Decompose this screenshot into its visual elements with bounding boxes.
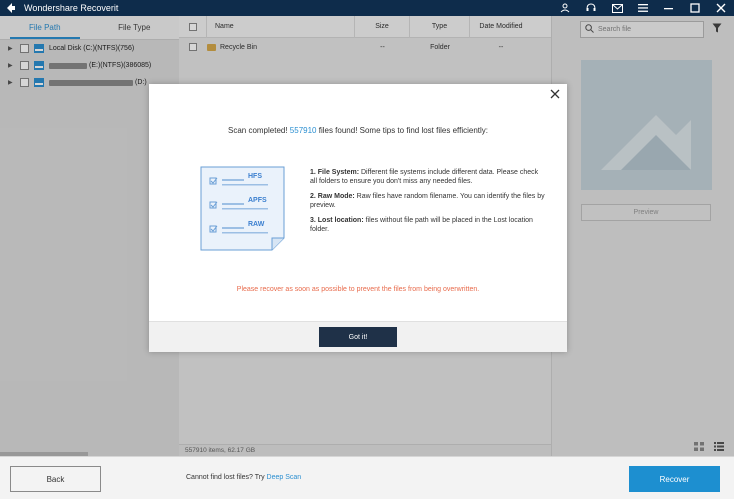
app-title: Wondershare Recoverit: [24, 3, 119, 13]
tip-item: 1. File System: Different file systems i…: [310, 169, 539, 185]
deep-scan-link[interactable]: Deep Scan: [267, 474, 302, 481]
maximize-icon[interactable]: [688, 1, 702, 15]
close-icon[interactable]: [714, 1, 728, 15]
mail-icon[interactable]: [610, 1, 624, 15]
headline-prefix: Scan completed!: [227, 126, 290, 135]
back-button[interactable]: Back: [10, 466, 101, 492]
deep-scan-hint: Cannot find lost files? Try Deep Scan: [186, 474, 301, 481]
dialog-close-icon[interactable]: [549, 88, 561, 100]
title-bar: Wondershare Recoverit: [0, 0, 734, 16]
user-icon[interactable]: [558, 1, 572, 15]
app-logo-icon: [4, 1, 18, 15]
hint-text: Cannot find lost files? Try: [186, 474, 267, 481]
tip-item: 2. Raw Mode: Raw files have random filen…: [310, 193, 545, 209]
headline-suffix: files found! Some tips to find lost file…: [316, 126, 488, 135]
dialog-footer: Got it!: [149, 321, 567, 352]
bottom-bar: Back Cannot find lost files? Try Deep Sc…: [0, 456, 734, 499]
tag-hfs: HFS: [248, 173, 262, 180]
file-system-illustration: HFS APFS RAW: [200, 166, 286, 254]
got-it-button[interactable]: Got it!: [319, 327, 397, 347]
headset-icon[interactable]: [584, 1, 598, 15]
tip-item: 3. Lost location: files without file pat…: [310, 217, 533, 233]
dialog-headline: Scan completed! 557910 files found! Some…: [149, 126, 567, 135]
scan-complete-dialog: Scan completed! 557910 files found! Some…: [149, 84, 567, 352]
menu-icon[interactable]: [636, 1, 650, 15]
overwrite-warning: Please recover as soon as possible to pr…: [236, 286, 480, 293]
tag-raw: RAW: [248, 221, 265, 228]
recover-button[interactable]: Recover: [629, 466, 720, 492]
minimize-icon[interactable]: [662, 1, 676, 15]
tag-apfs: APFS: [248, 197, 267, 204]
files-found-count: 557910: [289, 126, 317, 135]
tips-list: 1. File System: Different file systems i…: [310, 168, 546, 240]
